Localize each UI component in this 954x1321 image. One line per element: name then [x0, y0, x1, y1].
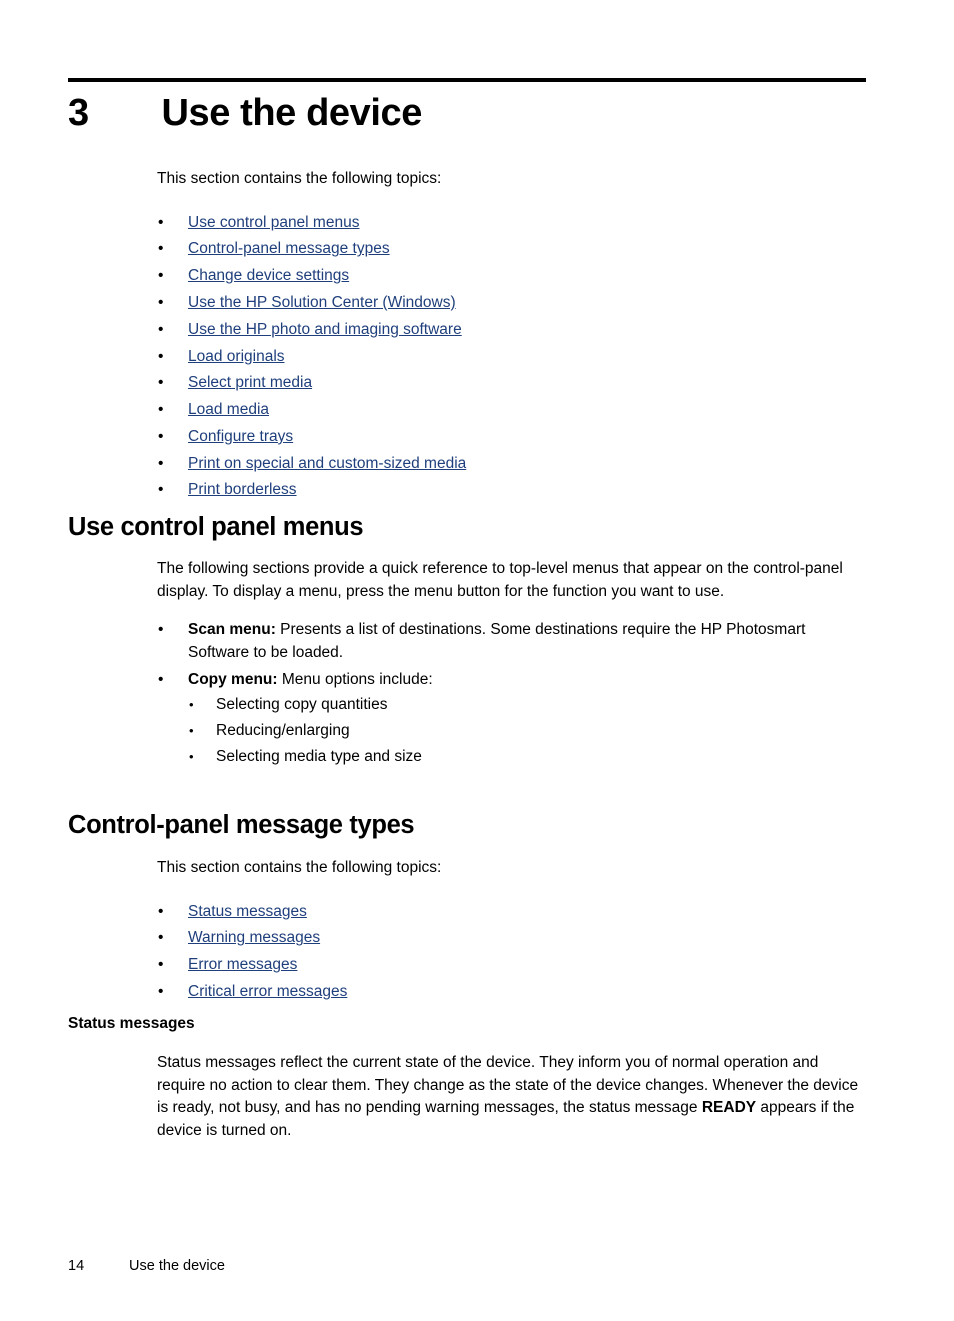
link-use-hp-solution-center[interactable]: Use the HP Solution Center (Windows) [188, 294, 456, 311]
list-item: • Configure trays [157, 426, 860, 449]
bullet-icon: • [158, 401, 164, 419]
link-change-device-settings[interactable]: Change device settings [188, 267, 349, 284]
message-type-link-list: • Status messages • Warning messages • E… [157, 901, 860, 1004]
bullet-icon: • [189, 749, 194, 765]
bullet-icon: • [158, 982, 164, 1000]
list-item: • Load originals [157, 346, 860, 369]
status-messages-paragraph: Status messages reflect the current stat… [157, 1052, 860, 1142]
list-item: • Use control panel menus [157, 212, 860, 235]
list-item: • Copy menu: Menu options include: • Sel… [157, 669, 860, 769]
chapter-title: Use the device [161, 92, 422, 134]
copy-menu-label: Copy menu: [188, 670, 278, 688]
link-select-print-media[interactable]: Select print media [188, 374, 312, 391]
section-lead: This section contains the following topi… [157, 859, 442, 876]
bullet-icon: • [158, 621, 164, 639]
intro-lead: This section contains the following topi… [157, 170, 442, 187]
subsection-heading: Status messages [68, 1015, 195, 1032]
bullet-icon: • [158, 454, 164, 472]
section-heading: Control-panel message types [68, 811, 415, 839]
list-item: • Scan menu: Presents a list of destinat… [157, 619, 860, 664]
section-paragraph: The following sections provide a quick r… [157, 560, 843, 600]
bullet-icon: • [158, 374, 164, 392]
bullet-icon: • [158, 929, 164, 947]
footer-page-number: 14 [68, 1258, 85, 1274]
menu-item-list: • Scan menu: Presents a list of destinat… [157, 619, 860, 769]
list-item: • Status messages [157, 901, 860, 924]
list-item: • Use the HP photo and imaging software [157, 319, 860, 342]
chapter-heading: 3 Use the device [68, 89, 866, 137]
footer-chapter-title: Use the device [129, 1258, 225, 1274]
status-ready-term: READY [701, 1099, 757, 1117]
link-load-originals[interactable]: Load originals [188, 348, 285, 365]
link-use-control-panel-menus[interactable]: Use control panel menus [188, 214, 359, 231]
bullet-icon: • [158, 481, 164, 499]
section-heading: Use control panel menus [68, 513, 364, 541]
list-item: • Selecting media type and size [188, 746, 860, 769]
subsection-status-messages: Status messages Status messages reflect … [0, 1014, 954, 1142]
bullet-icon: • [158, 956, 164, 974]
link-print-on-special-media[interactable]: Print on special and custom-sized media [188, 455, 466, 472]
topic-link-list: • Use control panel menus • Control-pane… [157, 212, 860, 502]
link-load-media[interactable]: Load media [188, 401, 269, 418]
bullet-icon: • [158, 902, 164, 920]
link-warning-messages[interactable]: Warning messages [188, 929, 320, 946]
copy-option-quantities: Selecting copy quantities [216, 696, 388, 714]
list-item: • Load media [157, 399, 860, 422]
list-item: • Control-panel message types [157, 238, 860, 261]
list-item: • Error messages [157, 954, 860, 977]
list-item: • Print borderless [157, 479, 860, 502]
intro-section: This section contains the following topi… [0, 168, 954, 506]
link-configure-trays[interactable]: Configure trays [188, 428, 293, 445]
link-status-messages[interactable]: Status messages [188, 903, 307, 920]
list-item: • Print on special and custom-sized medi… [157, 453, 860, 476]
scan-menu-text: Presents a list of destinations. Some de… [188, 621, 806, 661]
document-page: 3 Use the device This section contains t… [0, 0, 954, 1321]
page-footer: 14 Use the device [68, 1256, 866, 1276]
section-use-control-panel-menus: Use control panel menus The following se… [0, 512, 954, 773]
list-item: • Warning messages [157, 927, 860, 950]
bullet-icon: • [158, 427, 164, 445]
list-item: • Critical error messages [157, 981, 860, 1004]
bullet-icon: • [189, 723, 194, 739]
list-item: • Reducing/enlarging [188, 720, 860, 743]
copy-option-media-type-size: Selecting media type and size [216, 748, 422, 766]
bullet-icon: • [158, 213, 164, 231]
link-error-messages[interactable]: Error messages [188, 956, 297, 973]
link-use-hp-photo-imaging-software[interactable]: Use the HP photo and imaging software [188, 321, 462, 338]
copy-menu-options-list: • Selecting copy quantities • Reducing/e… [188, 694, 860, 769]
section-control-panel-message-types: Control-panel message types This section… [0, 810, 954, 1008]
scan-menu-label: Scan menu: [188, 621, 276, 639]
bullet-icon: • [189, 697, 194, 713]
bullet-icon: • [158, 293, 164, 311]
bullet-icon: • [158, 267, 164, 285]
list-item: • Use the HP Solution Center (Windows) [157, 292, 860, 315]
copy-menu-text: Menu options include: [277, 670, 433, 688]
link-print-borderless[interactable]: Print borderless [188, 481, 297, 498]
link-control-panel-message-types[interactable]: Control-panel message types [188, 240, 390, 257]
copy-option-reducing-enlarging: Reducing/enlarging [216, 722, 350, 740]
bullet-icon: • [158, 670, 164, 688]
chapter-rule [68, 78, 866, 82]
bullet-icon: • [158, 320, 164, 338]
list-item: • Change device settings [157, 265, 860, 288]
link-critical-error-messages[interactable]: Critical error messages [188, 983, 347, 1000]
bullet-icon: • [158, 240, 164, 258]
chapter-number: 3 [68, 92, 89, 134]
list-item: • Select print media [157, 372, 860, 395]
list-item: • Selecting copy quantities [188, 694, 860, 717]
bullet-icon: • [158, 347, 164, 365]
